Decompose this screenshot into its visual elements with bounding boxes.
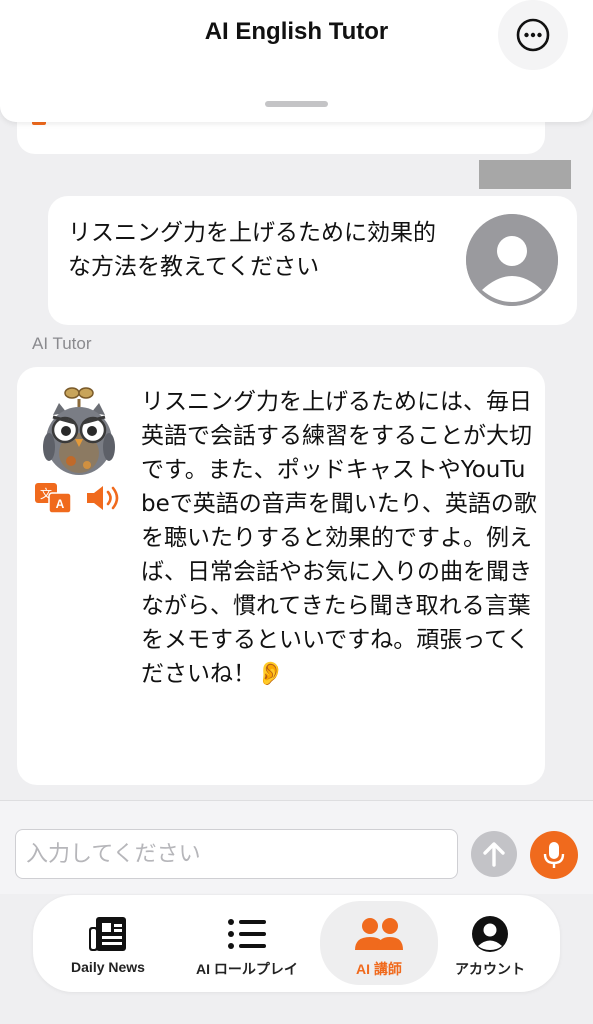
list-icon [228, 919, 266, 949]
header-bar: AI English Tutor [0, 0, 593, 122]
speaker-icon[interactable] [85, 483, 123, 513]
svg-text:A: A [56, 497, 65, 511]
tab-ai-roleplay[interactable]: AI ロールプレイ [188, 901, 306, 985]
translate-icon[interactable]: 文 A [35, 483, 73, 513]
redacted-block [479, 160, 571, 189]
newspaper-icon [89, 917, 126, 951]
tab-label: アカウント [455, 961, 525, 977]
person-avatar-icon [466, 214, 558, 306]
ai-message-text: リスニング力を上げるためには、毎日英語で会話する練習をすることが大切です。また、… [141, 389, 537, 687]
sheet-grabber[interactable] [265, 101, 328, 107]
message-input[interactable] [15, 829, 458, 879]
tab-label: AI 講師 [356, 961, 402, 977]
ai-message-actions: 文 A [35, 483, 123, 513]
ai-message-bubble: 文 A リスニング力を上げるためには、毎日英語で会話する練習をすることが大切です… [17, 367, 545, 785]
people-icon [355, 918, 403, 950]
tab-label: Daily News [71, 959, 145, 975]
microphone-icon [543, 842, 565, 868]
owl-tutor-icon [43, 387, 115, 475]
arrow-up-icon [483, 842, 505, 867]
tab-ai-teacher[interactable]: AI 講師 [320, 901, 438, 985]
message-input-bar [0, 800, 593, 894]
tab-daily-news[interactable]: Daily News [49, 901, 167, 985]
user-message-text: リスニング力を上げるために効果的な方法を教えてください [68, 220, 436, 280]
ellipsis-circle-icon [516, 18, 550, 52]
tab-account[interactable]: アカウント [431, 901, 549, 985]
account-icon [472, 916, 508, 952]
more-options-button[interactable] [498, 0, 568, 70]
microphone-button[interactable] [530, 831, 578, 879]
user-message-bubble: リスニング力を上げるために効果的な方法を教えてください [48, 196, 577, 325]
user-avatar [466, 214, 558, 306]
send-button[interactable] [471, 831, 517, 877]
tab-bar: Daily News AI ロールプレイ AI 講師 アカウント [33, 895, 560, 992]
tab-label: AI ロールプレイ [196, 961, 298, 977]
tutor-label: AI Tutor [32, 334, 92, 353]
